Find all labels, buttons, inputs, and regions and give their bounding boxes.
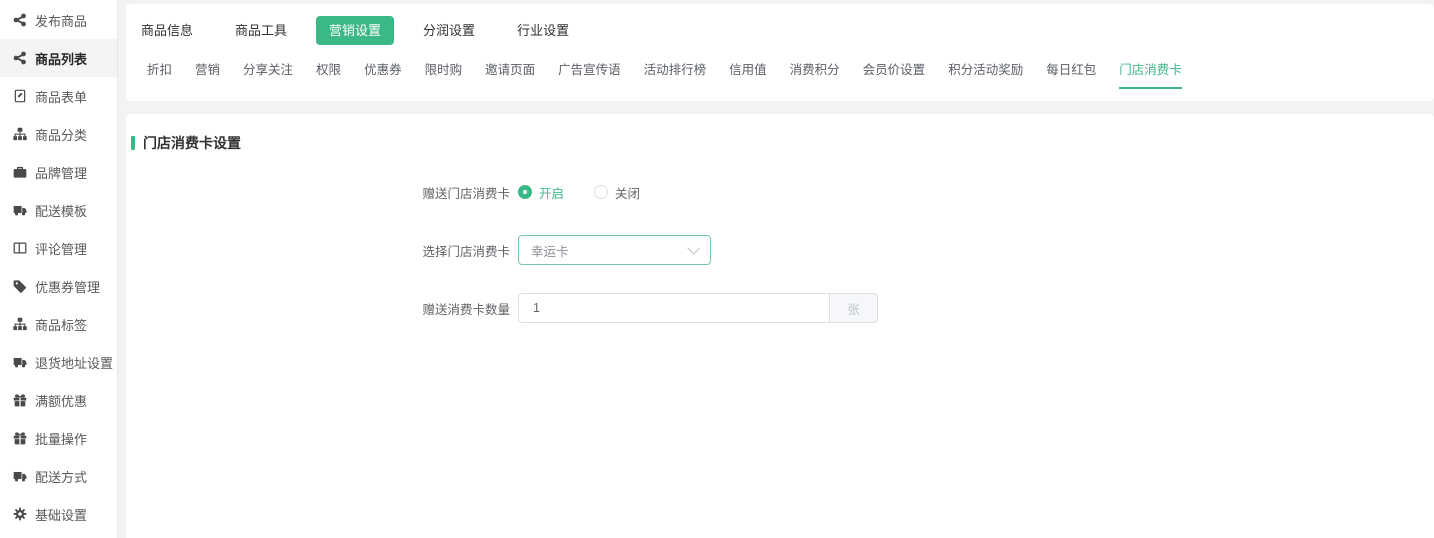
tabs-card: 商品信息 商品工具 营销设置 分润设置 行业设置 折扣 营销 分享关注 权限 优… bbox=[126, 4, 1434, 101]
sidebar-item-product-form[interactable]: 商品表单 bbox=[0, 77, 117, 115]
briefcase-icon bbox=[13, 165, 27, 179]
chevron-down-icon bbox=[687, 242, 700, 255]
subtab-marketing[interactable]: 营销 bbox=[195, 59, 220, 89]
sidebar-item-label: 品牌管理 bbox=[35, 163, 87, 182]
subtab-coupon[interactable]: 优惠券 bbox=[364, 59, 402, 89]
sidebar-item-label: 满额优惠 bbox=[35, 391, 87, 410]
section-title: 门店消费卡设置 bbox=[131, 133, 1434, 153]
columns-icon bbox=[13, 241, 27, 255]
subtab-discount[interactable]: 折扣 bbox=[147, 59, 172, 89]
tag-icon bbox=[13, 279, 27, 293]
give-card-label: 赠送门店消费卡 bbox=[131, 183, 510, 202]
sidebar-item-label: 配送方式 bbox=[35, 467, 87, 486]
subtab-store-consumption-card[interactable]: 门店消费卡 bbox=[1119, 59, 1182, 89]
radio-unchecked-icon bbox=[594, 185, 608, 199]
sidebar-item-coupon-management[interactable]: 优惠券管理 bbox=[0, 267, 117, 305]
subtab-invite-page[interactable]: 邀请页面 bbox=[485, 59, 535, 89]
sidebar-item-label: 商品标签 bbox=[35, 315, 87, 334]
gear-icon bbox=[13, 507, 27, 521]
tab-marketing-settings[interactable]: 营销设置 bbox=[316, 16, 394, 45]
sidebar-item-label: 批量操作 bbox=[35, 429, 87, 448]
sub-tab-bar: 折扣 营销 分享关注 权限 优惠券 限时购 邀请页面 广告宣传语 活动排行榜 信… bbox=[147, 59, 1434, 89]
sidebar-item-full-amount-discount[interactable]: 满额优惠 bbox=[0, 381, 117, 419]
main-tab-bar: 商品信息 商品工具 营销设置 分润设置 行业设置 bbox=[128, 15, 1434, 45]
subtab-ad-slogan[interactable]: 广告宣传语 bbox=[558, 59, 621, 89]
share-nodes-icon bbox=[13, 13, 27, 27]
truck-icon bbox=[13, 203, 27, 217]
subtab-activity-ranking[interactable]: 活动排行榜 bbox=[644, 59, 707, 89]
section-title-accent-bar bbox=[131, 136, 135, 150]
form-row-quantity: 赠送消费卡数量 张 bbox=[131, 293, 1434, 323]
give-card-radio-group: 开启 关闭 bbox=[518, 183, 640, 202]
sidebar-item-shipping-template[interactable]: 配送模板 bbox=[0, 191, 117, 229]
sidebar-item-label: 商品列表 bbox=[35, 49, 87, 68]
quantity-input-group: 张 bbox=[518, 293, 878, 323]
sidebar-item-product-tags[interactable]: 商品标签 bbox=[0, 305, 117, 343]
radio-enable[interactable]: 开启 bbox=[518, 183, 564, 202]
sidebar-item-shipping-method[interactable]: 配送方式 bbox=[0, 457, 117, 495]
sidebar: 发布商品 商品列表 商品表单 商品分类 品牌管理 bbox=[0, 0, 118, 538]
sidebar-item-label: 商品表单 bbox=[35, 87, 87, 106]
share-nodes-icon bbox=[13, 51, 27, 65]
select-card-label: 选择门店消费卡 bbox=[131, 241, 510, 260]
tab-product-info[interactable]: 商品信息 bbox=[128, 16, 206, 45]
store-card-form: 赠送门店消费卡 开启 关闭 选择门店消费卡 bbox=[131, 177, 1434, 323]
select-value: 幸运卡 bbox=[531, 241, 687, 260]
sitemap-icon bbox=[13, 317, 27, 331]
gift-icon bbox=[13, 431, 27, 445]
tab-industry-settings[interactable]: 行业设置 bbox=[504, 16, 582, 45]
sitemap-icon bbox=[13, 127, 27, 141]
subtab-points-activity-reward[interactable]: 积分活动奖励 bbox=[948, 59, 1023, 89]
sidebar-item-brand-management[interactable]: 品牌管理 bbox=[0, 153, 117, 191]
subtab-permissions[interactable]: 权限 bbox=[316, 59, 341, 89]
gift-icon bbox=[13, 393, 27, 407]
sidebar-item-product-category[interactable]: 商品分类 bbox=[0, 115, 117, 153]
sidebar-item-label: 配送模板 bbox=[35, 201, 87, 220]
main-area: 商品信息 商品工具 营销设置 分润设置 行业设置 折扣 营销 分享关注 权限 优… bbox=[118, 0, 1434, 538]
radio-disable[interactable]: 关闭 bbox=[594, 183, 640, 202]
sidebar-item-review-management[interactable]: 评论管理 bbox=[0, 229, 117, 267]
quantity-label: 赠送消费卡数量 bbox=[131, 299, 510, 318]
select-card-control: 幸运卡 bbox=[518, 235, 711, 265]
tab-product-tools[interactable]: 商品工具 bbox=[222, 16, 300, 45]
sidebar-item-label: 基础设置 bbox=[35, 505, 87, 524]
subtab-share-follow[interactable]: 分享关注 bbox=[243, 59, 293, 89]
subtab-flash-sale[interactable]: 限时购 bbox=[425, 59, 463, 89]
sidebar-item-label: 发布商品 bbox=[35, 11, 87, 30]
subtab-member-price-settings[interactable]: 会员价设置 bbox=[863, 59, 926, 89]
sidebar-item-publish-product[interactable]: 发布商品 bbox=[0, 1, 117, 39]
subtab-daily-red-packet[interactable]: 每日红包 bbox=[1046, 59, 1096, 89]
truck-icon bbox=[13, 469, 27, 483]
sidebar-item-batch-operations[interactable]: 批量操作 bbox=[0, 419, 117, 457]
sidebar-item-label: 优惠券管理 bbox=[35, 277, 100, 296]
quantity-unit-addon: 张 bbox=[829, 293, 878, 323]
sidebar-item-label: 评论管理 bbox=[35, 239, 87, 258]
subtab-credit-value[interactable]: 信用值 bbox=[729, 59, 767, 89]
section-title-text: 门店消费卡设置 bbox=[143, 133, 241, 153]
content-card: 门店消费卡设置 赠送门店消费卡 开启 关闭 bbox=[126, 114, 1434, 538]
quantity-control: 张 bbox=[518, 293, 878, 323]
radio-checked-icon bbox=[518, 185, 532, 199]
sidebar-item-product-list[interactable]: 商品列表 bbox=[0, 39, 117, 77]
quantity-input[interactable] bbox=[518, 293, 829, 323]
app-window: 发布商品 商品列表 商品表单 商品分类 品牌管理 bbox=[0, 0, 1434, 538]
tab-profit-sharing-settings[interactable]: 分润设置 bbox=[410, 16, 488, 45]
store-card-select[interactable]: 幸运卡 bbox=[518, 235, 711, 265]
file-icon bbox=[13, 89, 27, 103]
sidebar-item-label: 商品分类 bbox=[35, 125, 87, 144]
truck-icon bbox=[13, 355, 27, 369]
subtab-consumption-points[interactable]: 消费积分 bbox=[790, 59, 840, 89]
form-row-select-card: 选择门店消费卡 幸运卡 bbox=[131, 235, 1434, 265]
sidebar-item-label: 退货地址设置 bbox=[35, 353, 113, 372]
sidebar-item-basic-settings[interactable]: 基础设置 bbox=[0, 495, 117, 533]
sidebar-item-return-address-settings[interactable]: 退货地址设置 bbox=[0, 343, 117, 381]
form-row-give-card: 赠送门店消费卡 开启 关闭 bbox=[131, 177, 1434, 207]
